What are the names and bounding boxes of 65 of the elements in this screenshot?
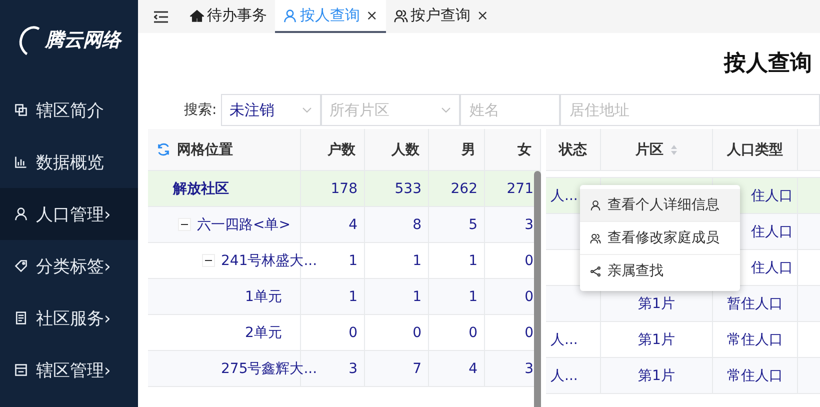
table-cell: 533 xyxy=(364,170,428,206)
users-icon xyxy=(394,8,408,22)
column-header: 男 xyxy=(428,129,484,170)
caret-icon xyxy=(302,107,312,113)
table-cell: 5 xyxy=(428,206,484,242)
nav-item[interactable]: 分类标签› xyxy=(0,240,138,292)
collapse-toggle[interactable] xyxy=(178,218,191,231)
table-cell: 7 xyxy=(364,350,428,386)
table-cell: 常住人口 xyxy=(712,358,798,394)
user-icon xyxy=(590,200,600,210)
table-cell: 1 xyxy=(300,278,364,314)
user-icon xyxy=(14,207,28,221)
table-cell: 8 xyxy=(364,206,428,242)
tree-label[interactable]: 解放社区 xyxy=(173,180,229,198)
tab[interactable]: 待办事务 xyxy=(182,0,275,33)
table-cell: 4 xyxy=(300,206,364,242)
nav-item[interactable]: 数据概览 xyxy=(0,136,138,188)
user-icon xyxy=(283,8,297,22)
select-field[interactable]: 未注销 xyxy=(220,94,321,126)
column-header: 户数 xyxy=(300,129,364,170)
table-cell: 人... xyxy=(546,358,600,394)
caret-icon xyxy=(441,107,452,113)
table-cell: 第1片 xyxy=(600,358,712,394)
logo: 腾云网络 xyxy=(17,23,121,57)
table-cell: 178 xyxy=(300,170,364,206)
table-row[interactable]: 解放社区 178 533 262 271 xyxy=(148,170,540,206)
menu-item[interactable]: 亲属查找 xyxy=(580,254,740,287)
column-header: 人数 xyxy=(364,129,428,170)
table-cell: 1 xyxy=(364,278,428,314)
table-cell: 4 xyxy=(428,350,484,386)
table-row[interactable]: 六一四路<单> 4 8 5 3 xyxy=(148,206,540,242)
bar-chart-icon xyxy=(14,155,28,169)
tree-label[interactable]: 2单元 xyxy=(245,324,282,342)
table-cell: 262 xyxy=(428,170,484,206)
nav-item[interactable]: 辖区管理› xyxy=(0,344,138,396)
column-header: 人口类型 xyxy=(712,129,798,170)
share-icon xyxy=(590,266,600,276)
table-row[interactable]: 1单元 1 1 1 0 xyxy=(148,278,540,314)
column-header: 女 xyxy=(484,129,540,170)
table-cell: 暂住人口 xyxy=(712,286,798,322)
page-title: 按人查询 xyxy=(724,50,812,78)
tab[interactable]: 按户查询 × xyxy=(386,0,496,33)
table-row[interactable]: 人... 第1片 常住人口 xyxy=(546,358,820,394)
tree-label[interactable]: 1单元 xyxy=(245,288,282,306)
column-header: 状态 xyxy=(546,129,600,170)
tab[interactable]: 按人查询 × xyxy=(275,0,386,33)
column-header: 片区 xyxy=(636,140,664,158)
close-icon[interactable]: × xyxy=(476,8,488,24)
nav-item[interactable]: 社区服务› xyxy=(0,292,138,344)
tag-icon xyxy=(14,259,28,273)
nav-item[interactable]: 辖区简介 xyxy=(0,84,138,136)
menu-icon[interactable] xyxy=(154,10,168,22)
home-icon xyxy=(190,8,204,22)
close-icon[interactable]: × xyxy=(366,8,378,24)
document-icon xyxy=(14,311,28,325)
copy-icon xyxy=(14,103,28,117)
table-cell: 1 xyxy=(428,278,484,314)
cabinet-icon xyxy=(14,363,28,377)
search-label: 搜索: xyxy=(184,101,217,119)
users-icon xyxy=(590,232,600,244)
column-header: 网格位置 xyxy=(177,140,233,158)
nav-item[interactable]: 人口管理› xyxy=(0,188,138,240)
collapse-toggle[interactable] xyxy=(202,254,215,267)
refresh-icon[interactable] xyxy=(156,142,171,157)
menu-item[interactable]: 查看修改家庭成员 xyxy=(580,221,740,254)
